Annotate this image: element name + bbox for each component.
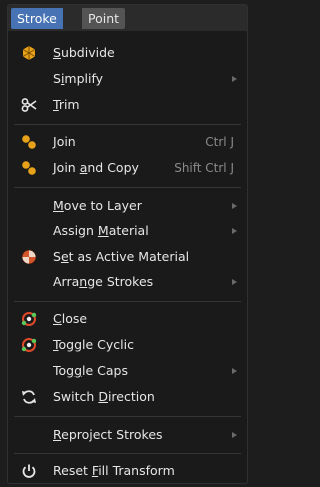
join-icon	[21, 160, 37, 176]
tab-point[interactable]: Point	[82, 8, 126, 29]
menu-header: Stroke Point	[8, 5, 247, 31]
shortcut-label: Shift Ctrl J	[174, 161, 234, 175]
menu-item-toggle-cyclic[interactable]: Toggle Cyclic	[8, 333, 247, 357]
material-icon	[21, 249, 37, 265]
menu-item-trim[interactable]: Trim	[8, 93, 247, 117]
menu-item-assign-material[interactable]: Assign Material	[8, 219, 247, 243]
separator	[14, 124, 241, 125]
menu-item-close[interactable]: Close	[8, 307, 247, 331]
menu-item-join[interactable]: Join Ctrl J	[8, 130, 247, 154]
submenu-arrow-icon	[232, 203, 237, 209]
menu-item-switch-direction[interactable]: Switch Direction	[8, 385, 247, 409]
scissors-icon	[21, 97, 37, 113]
separator	[14, 453, 241, 454]
menu-item-arrange-strokes[interactable]: Arrange Strokes	[8, 270, 247, 294]
menu-item-reproject-strokes[interactable]: Reproject Strokes	[8, 423, 247, 447]
submenu-arrow-icon	[232, 432, 237, 438]
menu-item-subdivide[interactable]: Subdivide	[8, 41, 247, 65]
power-icon	[21, 463, 37, 479]
separator	[14, 301, 241, 302]
close-cyclic-icon	[21, 311, 37, 327]
close-cyclic-icon	[21, 337, 37, 353]
separator	[14, 187, 241, 188]
tab-stroke[interactable]: Stroke	[11, 8, 63, 29]
switch-direction-icon	[21, 389, 37, 405]
shortcut-label: Ctrl J	[205, 135, 234, 149]
menu-item-simplify[interactable]: Simplify	[8, 67, 247, 91]
stroke-menu: Stroke Point Subdivide Simplify Trim Joi…	[7, 4, 248, 484]
submenu-arrow-icon	[232, 368, 237, 374]
submenu-arrow-icon	[232, 76, 237, 82]
submenu-arrow-icon	[232, 228, 237, 234]
separator	[14, 416, 241, 417]
menu-item-set-as-active-material[interactable]: Set as Active Material	[8, 245, 247, 269]
menu-item-reset-fill-transform[interactable]: Reset Fill Transform	[8, 459, 247, 483]
menu-item-toggle-caps[interactable]: Toggle Caps	[8, 359, 247, 383]
menu-item-join-and-copy[interactable]: Join and Copy Shift Ctrl J	[8, 156, 247, 180]
subdivide-icon	[21, 45, 37, 61]
menu-item-move-to-layer[interactable]: Move to Layer	[8, 194, 247, 218]
join-icon	[21, 134, 37, 150]
submenu-arrow-icon	[232, 279, 237, 285]
